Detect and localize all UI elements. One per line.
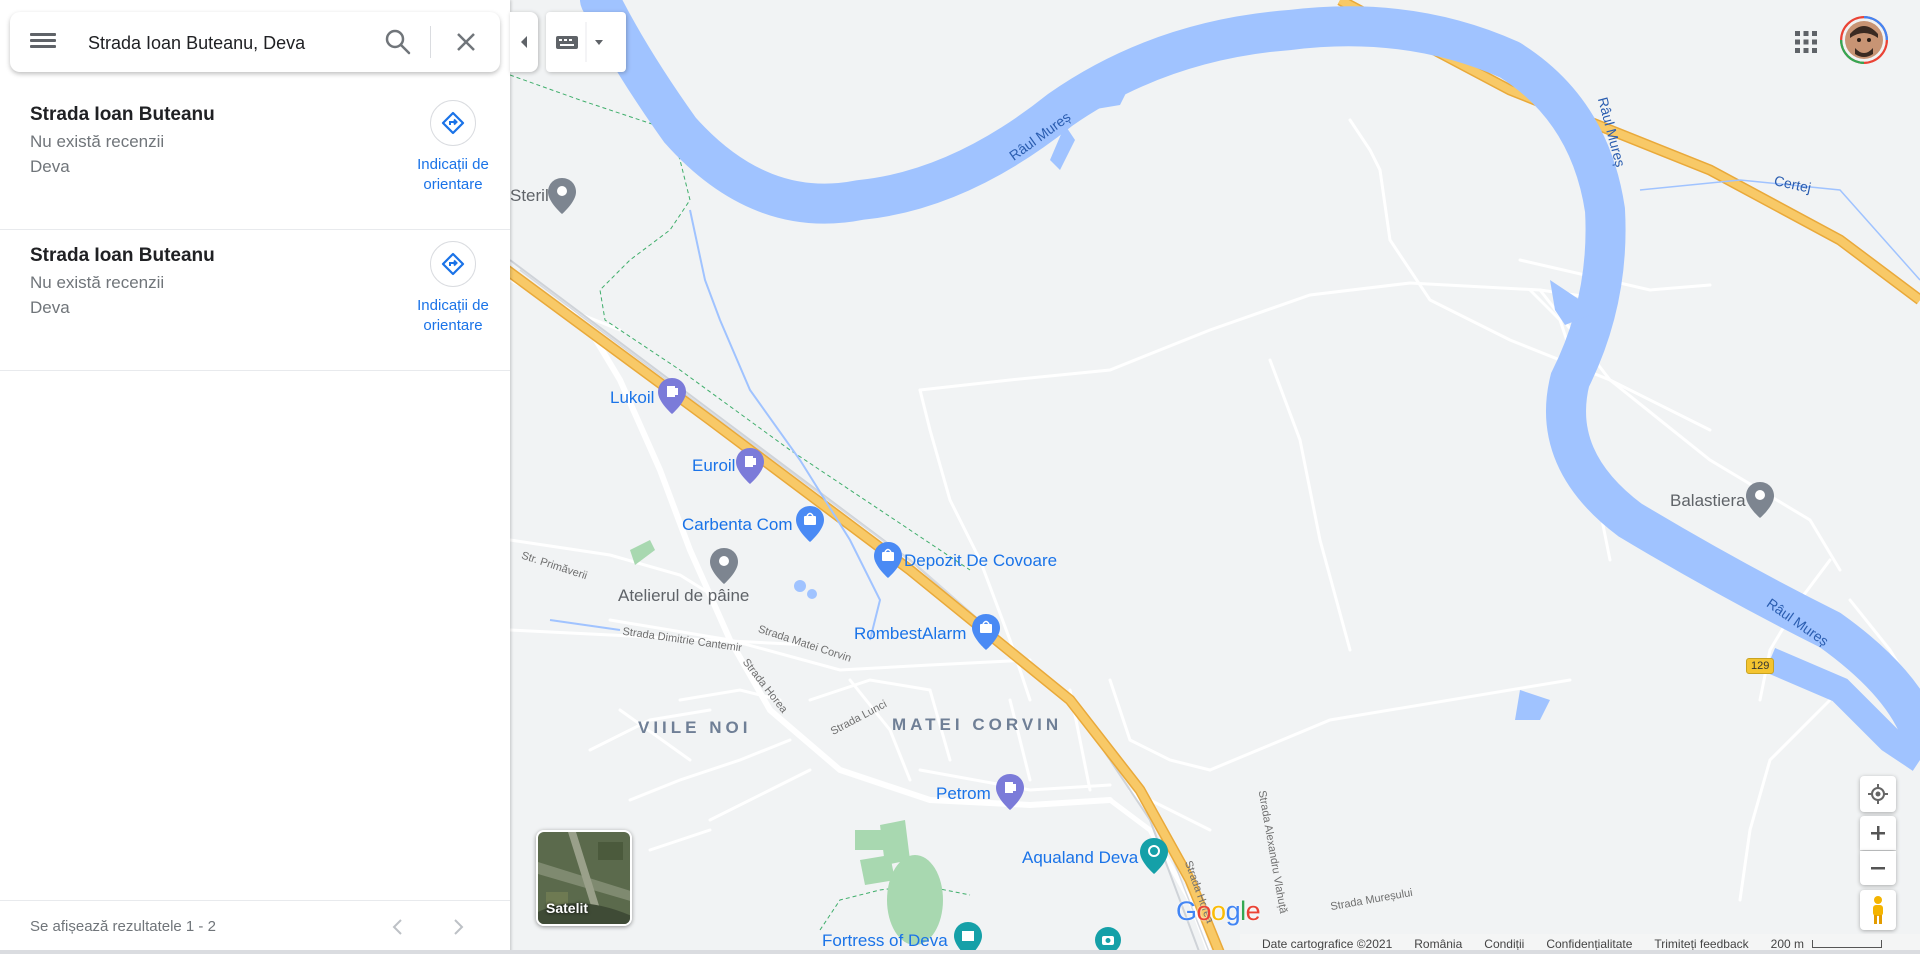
hamburger-icon-bar bbox=[30, 45, 56, 48]
directions-circle bbox=[430, 241, 476, 287]
scale-bar bbox=[1812, 940, 1882, 948]
shopping-icon[interactable] bbox=[874, 542, 902, 578]
directions-button[interactable]: Indicații de orientare bbox=[400, 100, 506, 195]
account-avatar[interactable] bbox=[1840, 16, 1888, 64]
feedback-link[interactable]: Trimiteți feedback bbox=[1654, 937, 1748, 951]
google-logo: Google bbox=[1176, 896, 1261, 927]
result-title[interactable]: Strada Ioan Buteanu bbox=[30, 104, 215, 126]
directions-label: Indicații de orientare bbox=[417, 156, 489, 193]
shopping-icon[interactable] bbox=[972, 614, 1000, 650]
directions-circle bbox=[430, 100, 476, 146]
poi-aqualand-label[interactable]: Aqualand Deva bbox=[1022, 848, 1138, 868]
close-icon bbox=[457, 33, 475, 51]
neighborhood-viile-noi: VIILE NOI bbox=[638, 718, 752, 737]
gas-station-icon[interactable] bbox=[996, 774, 1024, 810]
bottom-edge bbox=[0, 950, 1920, 954]
gas-station-icon[interactable] bbox=[658, 378, 686, 414]
chevron-right-icon bbox=[454, 919, 464, 935]
search-icon bbox=[385, 29, 411, 55]
google-logo-letter: e bbox=[1245, 896, 1261, 926]
directions-icon bbox=[441, 252, 465, 276]
poi-fortress-label[interactable]: Fortress of Deva bbox=[822, 931, 948, 951]
privacy-link[interactable]: Confidențialitate bbox=[1546, 937, 1632, 951]
poi-depozit-label[interactable]: Depozit De Covoare bbox=[904, 551, 1057, 571]
poi-petrom-label[interactable]: Petrom bbox=[936, 784, 991, 804]
results-footer: Se afișează rezultatele 1 - 2 bbox=[0, 900, 510, 954]
river-mures bbox=[580, 0, 1920, 750]
leisure-icon[interactable] bbox=[1140, 838, 1168, 874]
map-graphics bbox=[510, 0, 1920, 954]
clear-search-button[interactable] bbox=[450, 26, 482, 58]
poi-steril-label[interactable]: Steril bbox=[510, 186, 549, 206]
results-panel: Strada Ioan Buteanu Nu există recenzii D… bbox=[0, 0, 510, 954]
zoom-in-button[interactable] bbox=[1860, 816, 1896, 850]
hamburger-icon-bar bbox=[30, 33, 56, 36]
search-input[interactable] bbox=[88, 26, 358, 60]
directions-icon bbox=[441, 111, 465, 135]
google-logo-letter: g bbox=[1225, 896, 1241, 926]
result-city: Deva bbox=[30, 298, 70, 317]
search-divider bbox=[430, 26, 431, 58]
my-location-button[interactable] bbox=[1860, 776, 1896, 812]
country-link[interactable]: România bbox=[1414, 937, 1462, 951]
collapse-panel-button[interactable] bbox=[510, 12, 538, 72]
poi-carbenta-label[interactable]: Carbenta Com bbox=[682, 515, 793, 535]
satellite-label: Satelit bbox=[546, 900, 589, 916]
map-data-credit: Date cartografice ©2021 bbox=[1262, 937, 1393, 951]
poi-pin-icon[interactable] bbox=[548, 178, 576, 214]
terms-link[interactable]: Condiții bbox=[1484, 937, 1524, 951]
results-count: Se afișează rezultatele 1 - 2 bbox=[30, 918, 216, 935]
result-reviews: Nu există recenzii bbox=[30, 132, 165, 151]
poi-pin-icon[interactable] bbox=[1746, 482, 1774, 518]
result-item[interactable]: Strada Ioan Buteanu Nu există recenzii D… bbox=[0, 231, 510, 371]
poi-balastiera-label[interactable]: Balastiera bbox=[1670, 491, 1746, 511]
crosshair-icon bbox=[1868, 784, 1888, 804]
poi-euroil-label[interactable]: Euroil bbox=[692, 456, 735, 476]
input-tools-button[interactable] bbox=[546, 12, 626, 72]
menu-button[interactable] bbox=[30, 30, 56, 54]
shopping-icon[interactable] bbox=[796, 506, 824, 542]
road-shield-129: 129 bbox=[1746, 658, 1775, 674]
keyboard-icon bbox=[556, 22, 603, 62]
next-page-button[interactable] bbox=[446, 915, 470, 939]
map-canvas[interactable]: Steril Lukoil Euroil Carbenta Com Atelie… bbox=[510, 0, 1920, 954]
result-title[interactable]: Strada Ioan Buteanu bbox=[30, 245, 215, 267]
google-logo-letter: o bbox=[1211, 896, 1226, 926]
hamburger-icon-bar bbox=[30, 39, 56, 42]
avatar-image bbox=[1840, 16, 1888, 64]
zoom-out-button[interactable] bbox=[1860, 851, 1896, 885]
poi-rombest-label[interactable]: RombestAlarm bbox=[854, 624, 966, 644]
street-view-pegman[interactable] bbox=[1860, 890, 1896, 930]
google-logo-letter: o bbox=[1196, 896, 1212, 926]
result-city: Deva bbox=[30, 157, 70, 176]
result-reviews: Nu există recenzii bbox=[30, 273, 165, 292]
pegman-icon bbox=[1873, 896, 1883, 924]
maps-app: Steril Lukoil Euroil Carbenta Com Atelie… bbox=[0, 0, 1920, 954]
poi-atelierul-label[interactable]: Atelierul de pâine bbox=[618, 586, 749, 606]
park-1 bbox=[630, 540, 655, 565]
minus-icon bbox=[1871, 867, 1885, 870]
apps-grid-icon bbox=[1795, 31, 1817, 53]
gas-station-icon[interactable] bbox=[736, 448, 764, 484]
lake-4 bbox=[1515, 690, 1550, 720]
search-button[interactable] bbox=[382, 26, 414, 58]
plus-icon bbox=[1871, 826, 1885, 840]
search-box bbox=[10, 12, 500, 72]
apps-grid-button[interactable] bbox=[1792, 28, 1820, 56]
scale-label[interactable]: 200 m bbox=[1771, 937, 1804, 951]
previous-page-button[interactable] bbox=[386, 915, 410, 939]
park-2 bbox=[855, 830, 885, 850]
result-item[interactable]: Strada Ioan Buteanu Nu există recenzii D… bbox=[0, 90, 510, 230]
directions-button[interactable]: Indicații de orientare bbox=[400, 241, 506, 336]
poi-pin-icon[interactable] bbox=[710, 548, 738, 584]
google-logo-letter: G bbox=[1176, 896, 1197, 926]
poi-lukoil-label[interactable]: Lukoil bbox=[610, 388, 654, 408]
chevron-left-icon bbox=[521, 36, 527, 48]
neighborhood-matei-corvin: MATEI CORVIN bbox=[892, 715, 1063, 734]
satellite-layer-toggle[interactable]: Satelit bbox=[536, 830, 632, 926]
chevron-down-icon bbox=[595, 40, 603, 45]
chevron-left-icon bbox=[392, 919, 402, 935]
directions-label: Indicații de orientare bbox=[417, 297, 489, 334]
